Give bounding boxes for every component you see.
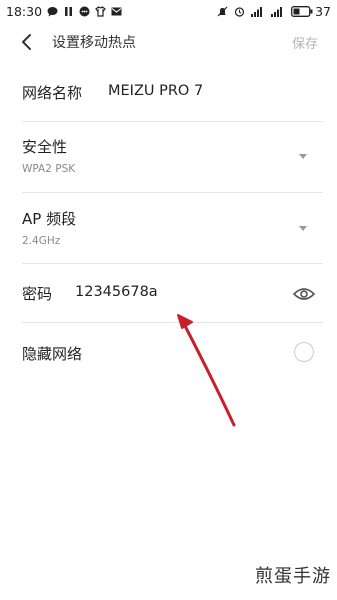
status-bar: 18:30 37 bbox=[0, 0, 337, 22]
battery-icon: 37 bbox=[291, 4, 331, 19]
security-label: 安全性 bbox=[22, 138, 68, 156]
network-name-value[interactable]: MEIZU PRO 7 bbox=[108, 83, 203, 99]
hidden-network-row[interactable]: 隐藏网络 bbox=[22, 323, 323, 383]
ap-band-label: AP 频段 bbox=[22, 210, 77, 228]
security-row[interactable]: 安全性 WPA2 PSK bbox=[22, 122, 323, 192]
chat-bubble-icon bbox=[47, 6, 58, 17]
pause-icon bbox=[63, 6, 74, 17]
hidden-network-checkbox[interactable] bbox=[294, 342, 314, 362]
network-name-label: 网络名称 bbox=[22, 84, 83, 102]
signal-icon bbox=[251, 6, 265, 17]
security-value: WPA2 PSK bbox=[22, 163, 76, 175]
hidden-network-label: 隐藏网络 bbox=[22, 345, 83, 363]
mail-icon bbox=[111, 6, 122, 17]
dropdown-arrow-icon[interactable] bbox=[299, 154, 307, 159]
ap-band-row[interactable]: AP 频段 2.4GHz bbox=[22, 193, 323, 263]
eye-icon[interactable] bbox=[292, 286, 316, 300]
mute-icon bbox=[217, 6, 228, 17]
password-label: 密码 bbox=[22, 285, 53, 303]
signal-icon bbox=[271, 6, 285, 17]
watermark: 煎蛋手游 bbox=[255, 566, 331, 587]
message-icon bbox=[79, 6, 90, 17]
dropdown-arrow-icon[interactable] bbox=[299, 226, 307, 231]
battery-level: 37 bbox=[315, 4, 331, 19]
page-title: 设置移动热点 bbox=[52, 35, 136, 51]
password-value[interactable]: 12345678a bbox=[75, 284, 158, 300]
alarm-icon bbox=[234, 6, 245, 17]
ap-band-value: 2.4GHz bbox=[22, 235, 61, 247]
app-bar: 设置移动热点 保存 bbox=[0, 22, 337, 62]
password-row[interactable]: 密码 12345678a bbox=[22, 264, 323, 322]
network-name-row[interactable]: 网络名称 MEIZU PRO 7 bbox=[22, 74, 323, 122]
status-time: 18:30 bbox=[6, 4, 43, 19]
save-button[interactable]: 保存 bbox=[292, 33, 318, 52]
shirt-icon bbox=[95, 6, 106, 17]
back-arrow-icon[interactable] bbox=[18, 31, 38, 53]
